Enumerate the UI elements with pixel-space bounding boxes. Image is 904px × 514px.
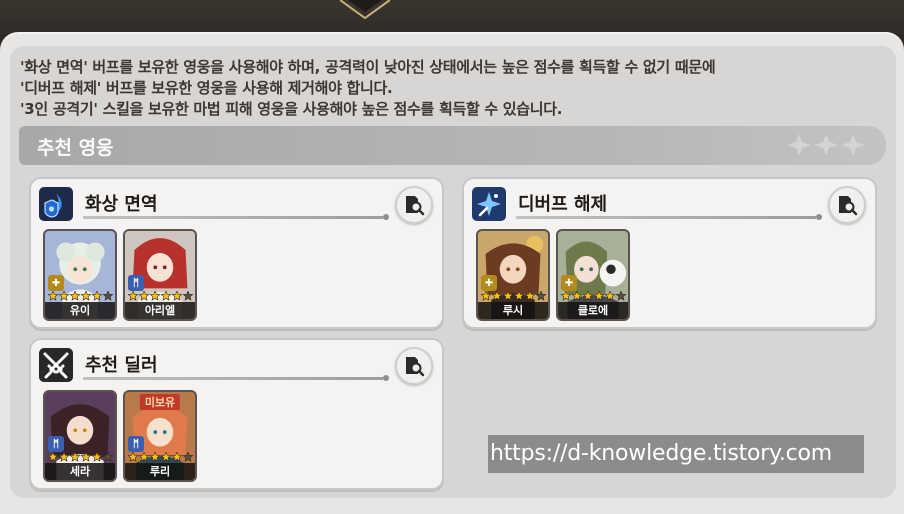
search-document-icon <box>839 196 858 216</box>
card-recommended-dealer: 추천 딜러 ᛗ 세라 미보유 ᛗ 루리 <box>29 338 444 490</box>
healer-class-icon: ✚ <box>48 275 64 291</box>
underline-dot <box>383 375 389 381</box>
card-burn-immunity: 화상 면역 ✚ 유이 ᛗ 아리엘 <box>29 177 444 329</box>
star-icon <box>571 291 583 301</box>
star-icon <box>171 452 183 462</box>
star-rating <box>48 452 114 462</box>
hero-name: 루시 <box>478 302 548 319</box>
watermark-url: https://d-knowledge.tistory.com <box>488 435 864 473</box>
star-icon <box>91 452 103 462</box>
card-title: 디버프 해제 <box>518 194 608 215</box>
star-rating <box>481 291 547 301</box>
star-icon <box>48 291 59 301</box>
star-icon <box>491 291 503 301</box>
star-icon <box>58 452 70 462</box>
star-icon <box>48 452 59 462</box>
hero-search-button[interactable] <box>828 186 866 224</box>
top-bar <box>0 0 904 34</box>
description-line: '디버프 해제' 버프를 보유한 영웅을 사용해 제거해야 합니다. <box>20 79 393 97</box>
card-debuff-removal: 디버프 해제 ✚ 루시 ✚ 클로에 <box>462 177 877 329</box>
hero-card-ruri[interactable]: 미보유 ᛗ 루리 <box>123 390 197 482</box>
star-icon <box>524 291 536 301</box>
star-rating <box>561 291 627 301</box>
description-text: '화상 면역' 버프를 보유한 영웅을 사용해야 하며, 공격력이 낮아진 상태… <box>20 57 880 120</box>
support-class-icon: ✚ <box>561 275 577 291</box>
star-icon <box>615 291 627 301</box>
star-icon <box>128 291 139 301</box>
star-icon <box>58 291 70 301</box>
star-icon <box>502 291 514 301</box>
star-icon <box>160 452 172 462</box>
hero-card-yui[interactable]: ✚ 유이 <box>43 229 117 321</box>
star-icon <box>182 452 194 462</box>
top-notch-ornament <box>340 0 390 20</box>
title-underline <box>83 216 383 219</box>
star-icon <box>80 291 92 301</box>
hero-search-button[interactable] <box>395 186 433 224</box>
star-icon <box>138 452 150 462</box>
star-icon <box>69 452 81 462</box>
star-icon <box>604 291 616 301</box>
hero-search-button[interactable] <box>395 347 433 385</box>
star-rating <box>128 452 194 462</box>
star-icon <box>149 452 161 462</box>
mage-class-icon: ᛗ <box>128 436 144 452</box>
star-icon <box>481 291 492 301</box>
section-title: 추천 영웅 <box>37 137 114 159</box>
decorative-stars-icon <box>787 134 865 156</box>
star-icon <box>91 291 103 301</box>
star-icon <box>69 291 81 301</box>
mage-class-icon: ᛗ <box>128 275 144 291</box>
hero-card-sera[interactable]: ᛗ 세라 <box>43 390 117 482</box>
star-icon <box>582 291 594 301</box>
title-underline <box>83 377 383 380</box>
star-icon <box>561 291 572 301</box>
star-icon <box>513 291 525 301</box>
star-rating <box>48 291 114 301</box>
unowned-tag: 미보유 <box>139 394 181 410</box>
hero-name: 클로에 <box>558 302 628 319</box>
star-icon <box>535 291 547 301</box>
underline-dot <box>816 214 822 220</box>
star-icon <box>102 452 114 462</box>
star-icon <box>128 452 139 462</box>
star-icon <box>160 291 172 301</box>
description-line: '화상 면역' 버프를 보유한 영웅을 사용해야 하며, 공격력이 낮아진 상태… <box>20 58 716 76</box>
search-document-icon <box>406 196 425 216</box>
card-title: 추천 딜러 <box>85 355 158 376</box>
debuff-removal-icon <box>472 187 506 221</box>
crossed-swords-icon <box>39 348 73 382</box>
hero-card-lucy[interactable]: ✚ 루시 <box>476 229 550 321</box>
underline-dot <box>383 214 389 220</box>
star-icon <box>171 291 183 301</box>
support-class-icon: ✚ <box>481 275 497 291</box>
star-icon <box>593 291 605 301</box>
description-line: '3인 공격기' 스킬을 보유한 마법 피해 영웅을 사용해야 높은 점수를 획… <box>20 100 563 118</box>
title-underline <box>516 216 816 219</box>
hero-card-ariel[interactable]: ᛗ 아리엘 <box>123 229 197 321</box>
star-icon <box>138 291 150 301</box>
hero-name: 루리 <box>125 463 195 480</box>
card-title: 화상 면역 <box>85 194 158 215</box>
hero-name: 세라 <box>45 463 115 480</box>
star-rating <box>128 291 194 301</box>
burn-immunity-icon <box>39 187 73 221</box>
star-icon <box>182 291 194 301</box>
hero-card-chloe[interactable]: ✚ 클로에 <box>556 229 630 321</box>
hero-name: 유이 <box>45 302 115 319</box>
recommended-heroes-banner: 추천 영웅 <box>19 126 886 165</box>
star-icon <box>102 291 114 301</box>
star-icon <box>80 452 92 462</box>
mage-class-icon: ᛗ <box>48 436 64 452</box>
star-icon <box>149 291 161 301</box>
hero-name: 아리엘 <box>125 302 195 319</box>
search-document-icon <box>406 357 425 377</box>
